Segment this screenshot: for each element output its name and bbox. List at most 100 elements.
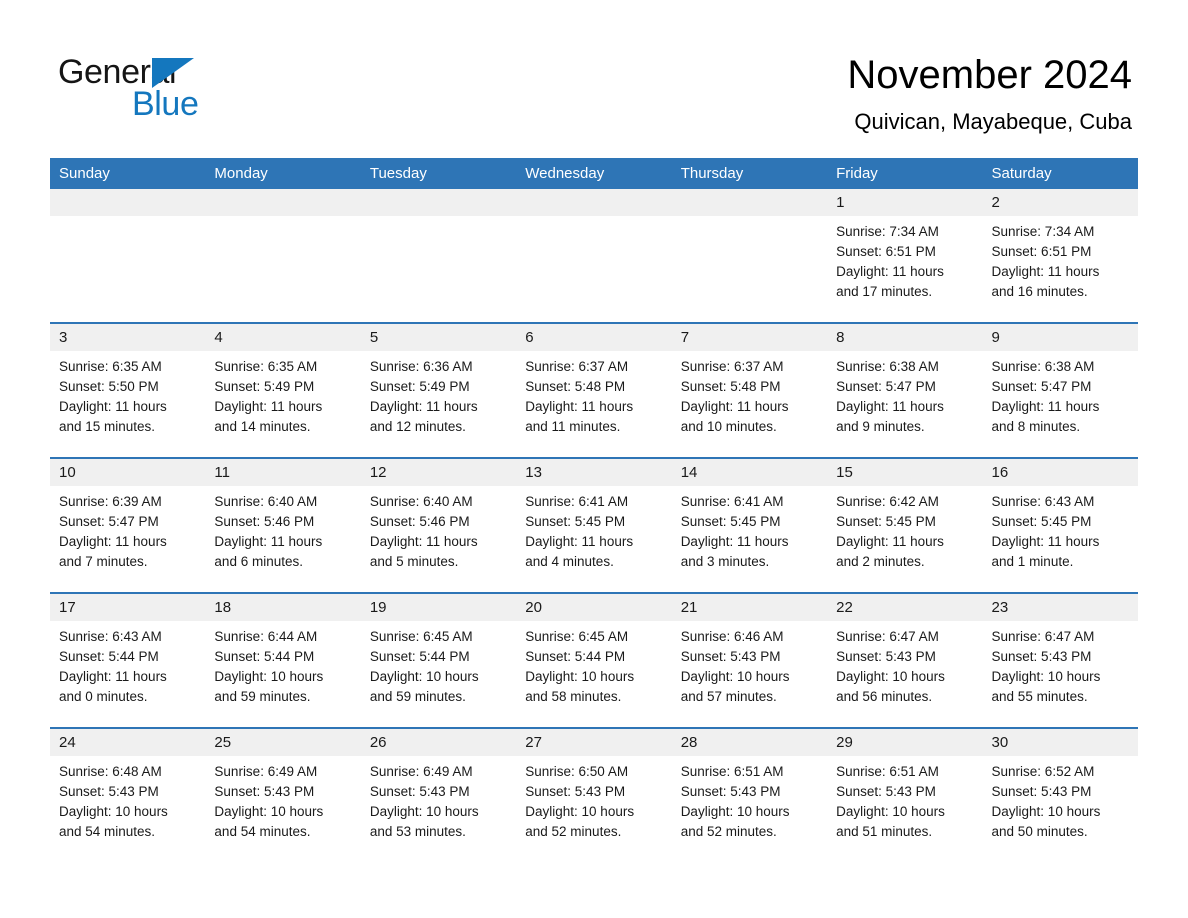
calendar-page: General Blue November 2024 Quivican, May… — [0, 0, 1188, 918]
day-details: Sunrise: 6:41 AM Sunset: 5:45 PM Daylight:… — [672, 486, 827, 572]
day-details: Sunrise: 6:47 AM Sunset: 5:43 PM Daylight:… — [983, 621, 1138, 707]
calendar-day-cell[interactable]: 22 Sunrise: 6:47 AM Sunset: 5:43 PM Dayligh… — [827, 592, 983, 728]
day-details: Sunrise: 6:44 AM Sunset: 5:44 PM Daylight:… — [205, 621, 360, 707]
calendar-day-cell[interactable]: 6 Sunrise: 6:37 AM Sunset: 5:48 PM Daylight… — [516, 322, 672, 458]
daylight-text-line2: and 58 minutes. — [525, 689, 622, 704]
calendar-day-cell[interactable]: 23 Sunrise: 6:47 AM Sunset: 5:43 PM Dayligh… — [982, 592, 1138, 728]
calendar-day-cell[interactable]: 14 Sunrise: 6:41 AM Sunset: 5:45 PM Dayligh… — [671, 457, 828, 593]
day-number: 16 — [982, 459, 1138, 486]
sunrise-text: Sunrise: 6:49 AM — [369, 764, 473, 779]
sunrise-text: Sunrise: 6:45 AM — [369, 629, 473, 644]
daylight-text-line2: and 54 minutes. — [214, 824, 311, 839]
sunrise-text: Sunrise: 6:43 AM — [59, 629, 162, 644]
calendar-day-cell-empty — [50, 189, 206, 323]
sunset-text: Sunset: 5:43 PM — [214, 784, 315, 799]
sunset-text: Sunset: 5:50 PM — [59, 379, 159, 394]
calendar-day-cell[interactable]: 20 Sunrise: 6:45 AM Sunset: 5:44 PM Dayligh… — [516, 592, 672, 728]
day-number: 1 — [827, 189, 983, 216]
calendar-week-row: 24 Sunrise: 6:48 AM Sunset: 5:43 PM Dayligh… — [50, 727, 1138, 862]
day-details: Sunrise: 6:38 AM Sunset: 5:47 PM Daylight:… — [983, 351, 1138, 437]
calendar-day-cell[interactable]: 1 Sunrise: 7:34 AM Sunset: 6:51 PM Daylight… — [827, 189, 983, 323]
day-number: 4 — [205, 324, 361, 351]
calendar-day-cell[interactable]: 7 Sunrise: 6:37 AM Sunset: 5:48 PM Daylight… — [671, 322, 828, 458]
sunset-text: Sunset: 6:51 PM — [836, 244, 936, 259]
daylight-text-line1: Daylight: 11 hours — [369, 399, 478, 414]
sunrise-text: Sunrise: 7:34 AM — [836, 224, 939, 239]
day-number: 20 — [516, 594, 672, 621]
daylight-text-line1: Daylight: 11 hours — [991, 399, 1100, 414]
day-details: Sunrise: 6:41 AM Sunset: 5:45 PM Daylight:… — [516, 486, 671, 572]
daylight-text-line2: and 3 minutes. — [680, 554, 770, 569]
calendar-day-cell[interactable]: 15 Sunrise: 6:42 AM Sunset: 5:45 PM Dayligh… — [827, 457, 983, 593]
calendar-day-cell[interactable]: 9 Sunrise: 6:38 AM Sunset: 5:47 PM Daylight… — [982, 322, 1138, 458]
daylight-text-line2: and 16 minutes. — [991, 284, 1088, 299]
day-number: 14 — [671, 459, 828, 486]
sunrise-text: Sunrise: 6:52 AM — [991, 764, 1095, 779]
sunrise-text: Sunrise: 6:40 AM — [214, 494, 318, 509]
sunset-text: Sunset: 5:43 PM — [680, 784, 781, 799]
sunrise-text: Sunrise: 6:40 AM — [369, 494, 473, 509]
calendar-day-cell[interactable]: 28 Sunrise: 6:51 AM Sunset: 5:43 PM Dayligh… — [671, 727, 828, 862]
day-number: 26 — [360, 729, 517, 756]
calendar-day-cell[interactable]: 10 Sunrise: 6:39 AM Sunset: 5:47 PM Dayligh… — [50, 457, 206, 593]
daylight-text-line1: Daylight: 11 hours — [369, 534, 478, 549]
calendar-day-cell[interactable]: 16 Sunrise: 6:43 AM Sunset: 5:45 PM Dayligh… — [982, 457, 1138, 593]
sunset-text: Sunset: 5:43 PM — [836, 649, 936, 664]
calendar-day-cell[interactable]: 27 Sunrise: 6:50 AM Sunset: 5:43 PM Dayligh… — [516, 727, 672, 862]
calendar-day-cell[interactable]: 13 Sunrise: 6:41 AM Sunset: 5:45 PM Dayligh… — [516, 457, 672, 593]
calendar-day-cell-empty — [205, 189, 361, 323]
day-number — [671, 189, 828, 216]
sunset-text: Sunset: 5:43 PM — [369, 784, 470, 799]
daylight-text-line2: and 59 minutes. — [214, 689, 311, 704]
day-details: Sunrise: 6:35 AM Sunset: 5:49 PM Daylight:… — [205, 351, 360, 437]
sunset-text: Sunset: 5:47 PM — [59, 514, 159, 529]
daylight-text-line1: Daylight: 11 hours — [525, 399, 634, 414]
sunrise-text: Sunrise: 6:48 AM — [59, 764, 162, 779]
day-details: Sunrise: 6:35 AM Sunset: 5:50 PM Daylight:… — [50, 351, 205, 437]
day-number: 2 — [982, 189, 1138, 216]
calendar-day-cell[interactable]: 21 Sunrise: 6:46 AM Sunset: 5:43 PM Dayligh… — [671, 592, 828, 728]
day-details: Sunrise: 6:43 AM Sunset: 5:44 PM Daylight:… — [50, 621, 205, 707]
daylight-text-line1: Daylight: 10 hours — [369, 669, 479, 684]
daylight-text-line2: and 12 minutes. — [369, 419, 466, 434]
daylight-text-line1: Daylight: 10 hours — [836, 669, 945, 684]
day-details: Sunrise: 6:50 AM Sunset: 5:43 PM Daylight:… — [516, 756, 671, 842]
daylight-text-line2: and 2 minutes. — [836, 554, 925, 569]
sunrise-text: Sunrise: 6:39 AM — [59, 494, 162, 509]
calendar-day-cell[interactable]: 26 Sunrise: 6:49 AM Sunset: 5:43 PM Dayligh… — [360, 727, 517, 862]
calendar-day-cell[interactable]: 17 Sunrise: 6:43 AM Sunset: 5:44 PM Dayligh… — [50, 592, 206, 728]
day-number: 9 — [982, 324, 1138, 351]
daylight-text-line1: Daylight: 11 hours — [59, 399, 167, 414]
calendar-day-cell-empty — [671, 189, 828, 323]
daylight-text-line2: and 8 minutes. — [991, 419, 1081, 434]
sunrise-text: Sunrise: 7:34 AM — [991, 224, 1095, 239]
day-number — [205, 189, 361, 216]
calendar-day-cell[interactable]: 24 Sunrise: 6:48 AM Sunset: 5:43 PM Dayligh… — [50, 727, 206, 862]
calendar-day-cell[interactable]: 2 Sunrise: 7:34 AM Sunset: 6:51 PM Daylight… — [982, 189, 1138, 323]
calendar-day-cell[interactable]: 18 Sunrise: 6:44 AM Sunset: 5:44 PM Dayligh… — [205, 592, 361, 728]
calendar-day-cell[interactable]: 11 Sunrise: 6:40 AM Sunset: 5:46 PM Dayligh… — [205, 457, 361, 593]
sunrise-text: Sunrise: 6:49 AM — [214, 764, 318, 779]
calendar-day-cell[interactable]: 5 Sunrise: 6:36 AM Sunset: 5:49 PM Daylight… — [360, 322, 517, 458]
calendar-day-cell[interactable]: 30 Sunrise: 6:52 AM Sunset: 5:43 PM Dayligh… — [982, 727, 1138, 862]
calendar-day-cell[interactable]: 25 Sunrise: 6:49 AM Sunset: 5:43 PM Dayligh… — [205, 727, 361, 862]
daylight-text-line1: Daylight: 10 hours — [836, 804, 945, 819]
calendar-day-cell[interactable]: 3 Sunrise: 6:35 AM Sunset: 5:50 PM Daylight… — [50, 322, 206, 458]
calendar-day-cell[interactable]: 29 Sunrise: 6:51 AM Sunset: 5:43 PM Dayligh… — [827, 727, 983, 862]
daylight-text-line1: Daylight: 10 hours — [991, 804, 1101, 819]
sunrise-text: Sunrise: 6:51 AM — [836, 764, 939, 779]
weekday-header-row: Sunday Monday Tuesday Wednesday Thursday… — [50, 158, 1138, 189]
daylight-text-line2: and 10 minutes. — [680, 419, 777, 434]
day-number: 18 — [205, 594, 361, 621]
daylight-text-line2: and 15 minutes. — [59, 419, 156, 434]
day-number: 12 — [360, 459, 517, 486]
sunset-text: Sunset: 5:43 PM — [991, 784, 1092, 799]
calendar-day-cell[interactable]: 4 Sunrise: 6:35 AM Sunset: 5:49 PM Daylight… — [205, 322, 361, 458]
sunrise-text: Sunrise: 6:38 AM — [991, 359, 1095, 374]
sunset-text: Sunset: 5:43 PM — [525, 784, 626, 799]
calendar-day-cell[interactable]: 19 Sunrise: 6:45 AM Sunset: 5:44 PM Dayligh… — [360, 592, 517, 728]
calendar-day-cell[interactable]: 8 Sunrise: 6:38 AM Sunset: 5:47 PM Daylight… — [827, 322, 983, 458]
calendar-day-cell[interactable]: 12 Sunrise: 6:40 AM Sunset: 5:46 PM Dayligh… — [360, 457, 517, 593]
daylight-text-line1: Daylight: 10 hours — [214, 804, 324, 819]
day-details: Sunrise: 6:52 AM Sunset: 5:43 PM Daylight:… — [983, 756, 1138, 842]
